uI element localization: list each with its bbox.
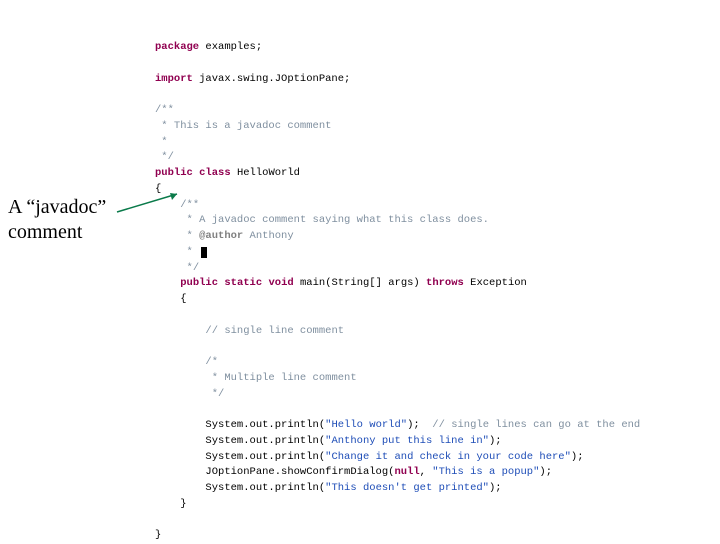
sys-out-5: System.out.println( xyxy=(205,482,325,494)
jdoc2-l2-star: * xyxy=(180,230,199,242)
method-name: main xyxy=(294,277,326,289)
jdoc2-l3: * xyxy=(180,246,199,258)
kw-static: static xyxy=(224,277,262,289)
method-params: (String[] args) xyxy=(325,277,426,289)
paren-1: ); xyxy=(407,419,420,431)
pkg-name: examples; xyxy=(199,41,262,53)
paren-3: ); xyxy=(571,451,584,463)
kw-public-2: public xyxy=(180,277,218,289)
jdoc2-close: */ xyxy=(180,262,199,274)
multi-l1: * Multiple line comment xyxy=(205,372,356,384)
kw-public-1: public xyxy=(155,167,193,179)
annotation-line-1: A “javadoc” xyxy=(8,196,106,218)
import-stmt: javax.swing.JOptionPane; xyxy=(193,73,351,85)
m-brace-open: { xyxy=(180,293,186,305)
end-cmt: // single lines can go at the end xyxy=(420,419,641,431)
str4: "This is a popup" xyxy=(432,466,539,478)
paren-5: ); xyxy=(489,482,502,494)
single-cmt: // single line comment xyxy=(205,325,344,337)
annotation-line-2: comment xyxy=(8,221,82,243)
multi-open: /* xyxy=(205,356,218,368)
paren-2: ); xyxy=(489,435,502,447)
paren-4: ); xyxy=(539,466,552,478)
jdoc1-l1: * This is a javadoc comment xyxy=(155,120,331,132)
code-listing: package examples; import javax.swing.JOp… xyxy=(155,40,705,544)
str5: "This doesn't get printed" xyxy=(325,482,489,494)
exception: Exception xyxy=(464,277,527,289)
jdoc1-open: /** xyxy=(155,104,174,116)
brace-close: } xyxy=(155,529,161,541)
str2: "Anthony put this line in" xyxy=(325,435,489,447)
kw-package: package xyxy=(155,41,199,53)
jopt: JOptionPane.showConfirmDialog( xyxy=(205,466,394,478)
jdoc2-l1: * A javadoc comment saying what this cla… xyxy=(180,214,489,226)
jdoc2-tag: @author xyxy=(199,230,243,242)
sys-out-3: System.out.println( xyxy=(205,451,325,463)
str3: "Change it and check in your code here" xyxy=(325,451,571,463)
jdoc1-close: */ xyxy=(155,151,174,163)
jdoc1-l2: * xyxy=(155,136,168,148)
jdoc2-open: /** xyxy=(180,199,199,211)
str1: "Hello world" xyxy=(325,419,407,431)
comma: , xyxy=(420,466,433,478)
sys-out-1: System.out.println( xyxy=(205,419,325,431)
jdoc2-author: Anthony xyxy=(243,230,293,242)
brace-open: { xyxy=(155,183,161,195)
text-cursor xyxy=(201,247,207,258)
javadoc-annotation: A “javadoc” comment xyxy=(8,195,106,245)
multi-close: */ xyxy=(205,388,224,400)
kw-class: class xyxy=(199,167,231,179)
null-kw: null xyxy=(394,466,419,478)
kw-throws: throws xyxy=(426,277,464,289)
m-brace-close: } xyxy=(180,498,186,510)
kw-import: import xyxy=(155,73,193,85)
kw-void: void xyxy=(268,277,293,289)
class-name: HelloWorld xyxy=(231,167,300,179)
sys-out-2: System.out.println( xyxy=(205,435,325,447)
